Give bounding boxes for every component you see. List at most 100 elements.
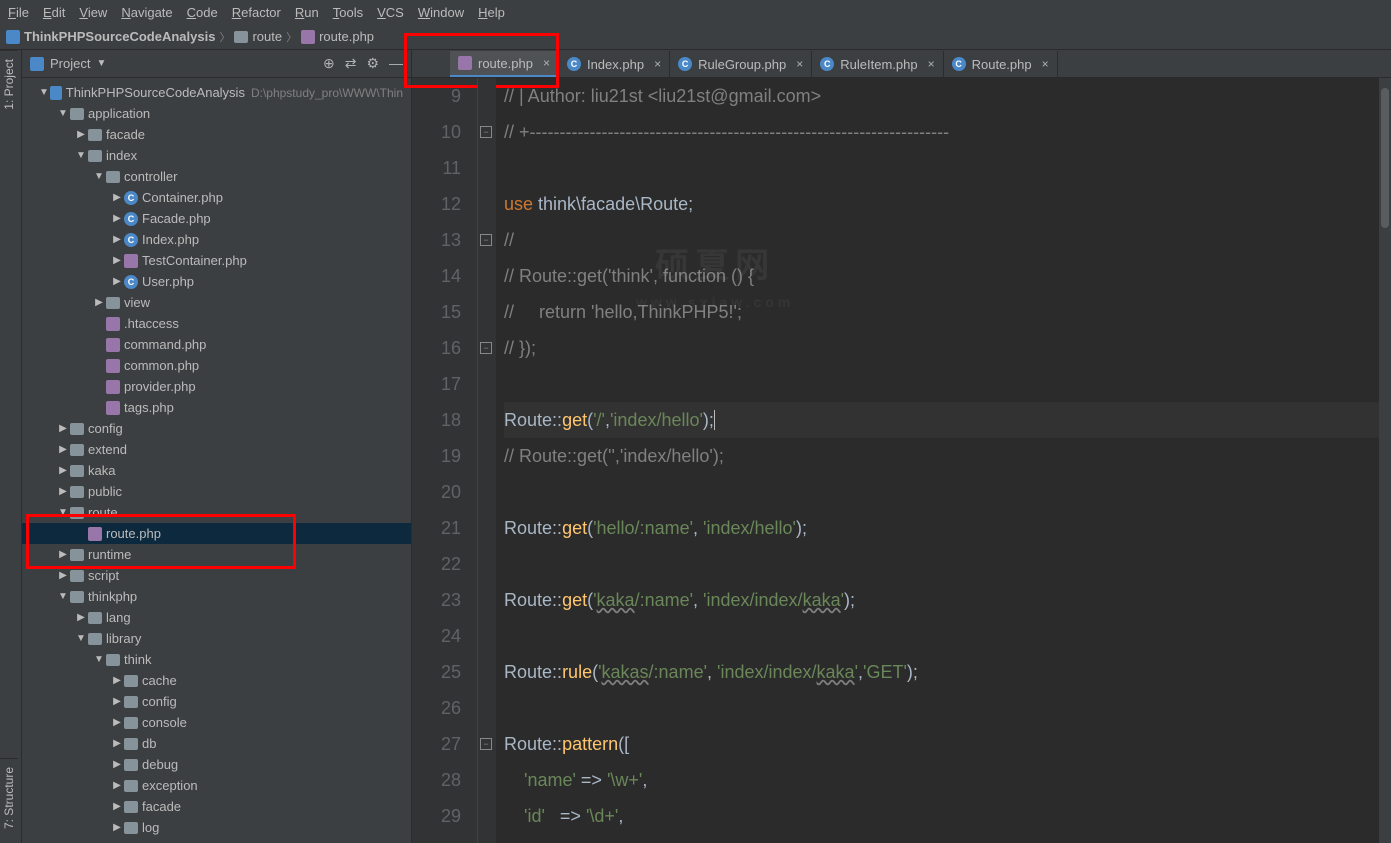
tree-arrow-icon[interactable] bbox=[110, 759, 124, 770]
scrollbar-thumb[interactable] bbox=[1381, 88, 1389, 228]
code-line-24[interactable] bbox=[504, 618, 1391, 654]
tree-item-route-php[interactable]: route.php bbox=[22, 523, 411, 544]
close-icon[interactable]: × bbox=[796, 57, 803, 71]
code-line-18[interactable]: Route::get('/','index/hello'); bbox=[504, 402, 1391, 438]
tree-arrow-icon[interactable] bbox=[56, 108, 70, 119]
tree-item-extend[interactable]: extend bbox=[22, 439, 411, 460]
tree-arrow-icon[interactable] bbox=[56, 465, 70, 476]
tree-arrow-icon[interactable] bbox=[74, 612, 88, 623]
tree-arrow-icon[interactable] bbox=[110, 780, 124, 791]
menu-window[interactable]: Window bbox=[418, 5, 464, 20]
code-line-20[interactable] bbox=[504, 474, 1391, 510]
editor-scrollbar[interactable] bbox=[1379, 78, 1391, 843]
tree-item-facade[interactable]: facade bbox=[22, 124, 411, 145]
tree-item-kaka[interactable]: kaka bbox=[22, 460, 411, 481]
fold-toggle-icon[interactable]: − bbox=[480, 342, 492, 354]
tree-arrow-icon[interactable] bbox=[56, 549, 70, 560]
tree-item-user-php[interactable]: CUser.php bbox=[22, 271, 411, 292]
code-line-9[interactable]: // | Author: liu21st <liu21st@gmail.com> bbox=[504, 78, 1391, 114]
editor-tab-rulegroup-php[interactable]: CRuleGroup.php× bbox=[670, 51, 812, 77]
tree-item-db[interactable]: db bbox=[22, 733, 411, 754]
fold-toggle-icon[interactable]: − bbox=[480, 234, 492, 246]
tree-arrow-icon[interactable] bbox=[56, 507, 70, 518]
code-line-10[interactable]: // +------------------------------------… bbox=[504, 114, 1391, 150]
tree-item-route[interactable]: route bbox=[22, 502, 411, 523]
tree-item-cache[interactable]: cache bbox=[22, 670, 411, 691]
panel-tool-icon-0[interactable]: ⊕ bbox=[323, 55, 335, 72]
editor-tab-route-php[interactable]: route.php× bbox=[450, 51, 559, 77]
tree-arrow-icon[interactable] bbox=[56, 591, 70, 602]
menu-edit[interactable]: Edit bbox=[43, 5, 65, 20]
tree-arrow-icon[interactable] bbox=[110, 801, 124, 812]
tree-arrow-icon[interactable] bbox=[74, 150, 88, 161]
tree-item-tags-php[interactable]: tags.php bbox=[22, 397, 411, 418]
tree-arrow-icon[interactable] bbox=[92, 654, 106, 665]
code-line-25[interactable]: Route::rule('kakas/:name', 'index/index/… bbox=[504, 654, 1391, 690]
tree-item-facade-php[interactable]: CFacade.php bbox=[22, 208, 411, 229]
menu-file[interactable]: File bbox=[8, 5, 29, 20]
tree-arrow-icon[interactable] bbox=[110, 717, 124, 728]
code-content[interactable]: 硕夏网 www.sxiaw.com // | Author: liu21st <… bbox=[496, 78, 1391, 843]
fold-toggle-icon[interactable]: − bbox=[480, 738, 492, 750]
breadcrumb-route[interactable]: route bbox=[234, 29, 282, 44]
tree-item--htaccess[interactable]: .htaccess bbox=[22, 313, 411, 334]
code-line-29[interactable]: 'id' => '\d+', bbox=[504, 798, 1391, 834]
tree-item-command-php[interactable]: command.php bbox=[22, 334, 411, 355]
editor-tab-index-php[interactable]: CIndex.php× bbox=[559, 51, 670, 77]
editor-tab-ruleitem-php[interactable]: CRuleItem.php× bbox=[812, 51, 943, 77]
code-editor[interactable]: 9101112131415161718192021222324252627282… bbox=[412, 78, 1391, 843]
code-line-19[interactable]: // Route::get('','index/hello'); bbox=[504, 438, 1391, 474]
fold-toggle-icon[interactable]: − bbox=[480, 126, 492, 138]
tree-item-config[interactable]: config bbox=[22, 418, 411, 439]
tree-arrow-icon[interactable] bbox=[74, 129, 88, 140]
code-line-13[interactable]: // bbox=[504, 222, 1391, 258]
close-icon[interactable]: × bbox=[928, 57, 935, 71]
close-icon[interactable]: × bbox=[1042, 57, 1049, 71]
code-line-17[interactable] bbox=[504, 366, 1391, 402]
menu-navigate[interactable]: Navigate bbox=[121, 5, 172, 20]
tree-item-script[interactable]: script bbox=[22, 565, 411, 586]
code-line-12[interactable]: use think\facade\Route; bbox=[504, 186, 1391, 222]
tree-item-thinkphp[interactable]: thinkphp bbox=[22, 586, 411, 607]
tree-item-config[interactable]: config bbox=[22, 691, 411, 712]
close-icon[interactable]: × bbox=[654, 57, 661, 71]
menu-help[interactable]: Help bbox=[478, 5, 505, 20]
tree-arrow-icon[interactable] bbox=[74, 633, 88, 644]
tree-item-common-php[interactable]: common.php bbox=[22, 355, 411, 376]
tree-item-testcontainer-php[interactable]: TestContainer.php bbox=[22, 250, 411, 271]
close-icon[interactable]: × bbox=[543, 56, 550, 70]
tree-item-thinkphpsourcecodeanalysis[interactable]: ThinkPHPSourceCodeAnalysisD:\phpstudy_pr… bbox=[22, 82, 411, 103]
tree-arrow-icon[interactable] bbox=[56, 486, 70, 497]
code-line-27[interactable]: Route::pattern([ bbox=[504, 726, 1391, 762]
panel-tool-icon-3[interactable]: — bbox=[389, 55, 403, 72]
tree-arrow-icon[interactable] bbox=[110, 213, 124, 224]
tree-arrow-icon[interactable] bbox=[110, 234, 124, 245]
tree-item-facade[interactable]: facade bbox=[22, 796, 411, 817]
stripe-tab-structure[interactable]: 7: Structure bbox=[0, 758, 18, 837]
menu-refactor[interactable]: Refactor bbox=[232, 5, 281, 20]
menu-run[interactable]: Run bbox=[295, 5, 319, 20]
tree-item-controller[interactable]: controller bbox=[22, 166, 411, 187]
tree-item-log[interactable]: log bbox=[22, 817, 411, 838]
panel-tool-icon-2[interactable]: ⚙ bbox=[366, 55, 379, 72]
tree-arrow-icon[interactable] bbox=[56, 423, 70, 434]
menu-tools[interactable]: Tools bbox=[333, 5, 363, 20]
tree-item-public[interactable]: public bbox=[22, 481, 411, 502]
tree-arrow-icon[interactable] bbox=[110, 255, 124, 266]
tree-item-index[interactable]: index bbox=[22, 145, 411, 166]
code-line-28[interactable]: 'name' => '\w+', bbox=[504, 762, 1391, 798]
tree-item-view[interactable]: view bbox=[22, 292, 411, 313]
menu-code[interactable]: Code bbox=[187, 5, 218, 20]
editor-tab-route-php[interactable]: CRoute.php× bbox=[944, 51, 1058, 77]
code-line-26[interactable] bbox=[504, 690, 1391, 726]
tree-arrow-icon[interactable] bbox=[56, 444, 70, 455]
tree-arrow-icon[interactable] bbox=[110, 696, 124, 707]
tree-item-runtime[interactable]: runtime bbox=[22, 544, 411, 565]
tree-item-provider-php[interactable]: provider.php bbox=[22, 376, 411, 397]
code-line-15[interactable]: // return 'hello,ThinkPHP5!'; bbox=[504, 294, 1391, 330]
code-line-16[interactable]: // }); bbox=[504, 330, 1391, 366]
tree-item-debug[interactable]: debug bbox=[22, 754, 411, 775]
tree-arrow-icon[interactable] bbox=[110, 192, 124, 203]
code-line-22[interactable] bbox=[504, 546, 1391, 582]
breadcrumb-thinkphpsourcecodeanalysis[interactable]: ThinkPHPSourceCodeAnalysis bbox=[6, 29, 215, 44]
